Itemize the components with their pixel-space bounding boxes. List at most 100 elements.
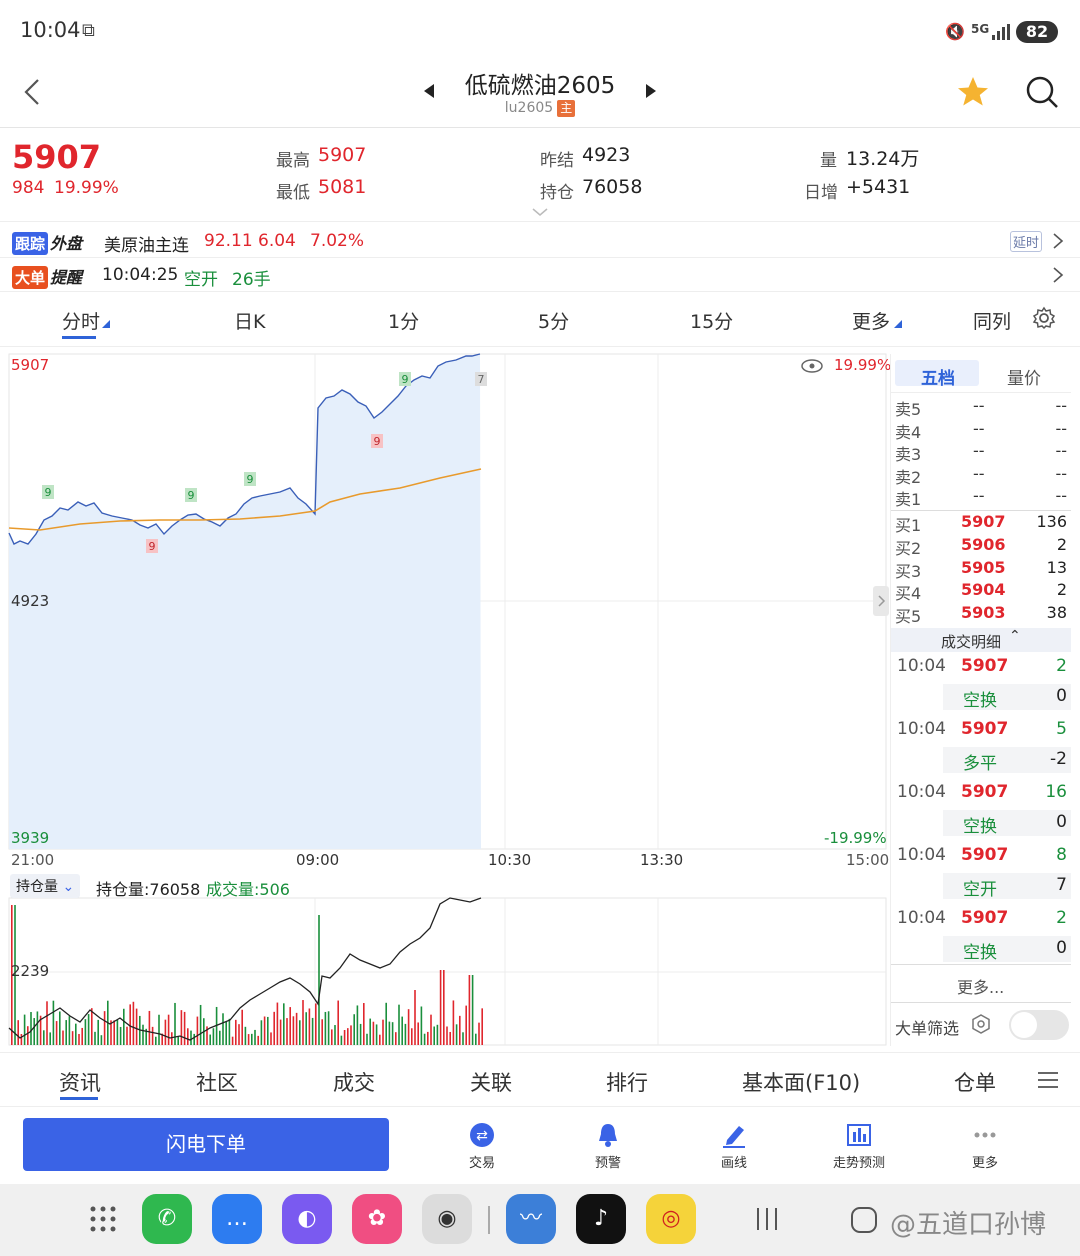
volume-bar bbox=[183, 1011, 186, 1045]
alert-tag: 大单 提醒 bbox=[12, 264, 82, 289]
tab-volume-price[interactable]: 量价 bbox=[1007, 364, 1041, 389]
tiktok-app-icon[interactable]: ♪ bbox=[576, 1194, 626, 1244]
tab-5min[interactable]: 5分 bbox=[538, 307, 569, 334]
phone-app-icon[interactable]: ✆ bbox=[142, 1194, 192, 1244]
level-qty: 38 bbox=[1046, 603, 1067, 623]
active-tab-indicator bbox=[62, 336, 96, 339]
open-interest-label: 持仓 bbox=[540, 183, 574, 203]
tab-same-list[interactable]: 同列 bbox=[973, 307, 1011, 334]
marker-label: 9 bbox=[402, 373, 409, 386]
volume-bar bbox=[404, 1023, 407, 1045]
eye-icon[interactable] bbox=[801, 359, 823, 373]
flash-order-button[interactable]: 闪电下单 bbox=[23, 1118, 389, 1171]
volume-bar bbox=[238, 1024, 240, 1045]
ask-row: 卖3 -- -- bbox=[891, 441, 1071, 464]
home-icon[interactable] bbox=[850, 1206, 878, 1234]
sub-indicator-selector[interactable]: 持仓量 ⌄ bbox=[10, 874, 81, 898]
volume-bar bbox=[439, 970, 442, 1045]
recent-apps-icon[interactable] bbox=[754, 1206, 780, 1232]
bid-row: 买4 5904 2 bbox=[891, 580, 1071, 603]
more-trades-link[interactable]: 更多... bbox=[957, 974, 1004, 998]
tab-news[interactable]: 资讯 bbox=[59, 1067, 101, 1097]
trade-oi-change: -2 bbox=[1050, 749, 1067, 769]
next-contract-icon[interactable] bbox=[644, 84, 656, 98]
trend-forecast-action[interactable]: 走势预测 bbox=[814, 1122, 904, 1171]
trade-oi-change: 0 bbox=[1056, 812, 1067, 832]
volume-bar bbox=[481, 1008, 483, 1045]
more-action[interactable]: 更多 bbox=[940, 1122, 1030, 1171]
timeshare-chart[interactable]: 9 9 9 9 9 9 7 5907 4923 3939 19.99% -19.… bbox=[0, 348, 891, 1048]
tab-ranking[interactable]: 排行 bbox=[606, 1067, 648, 1097]
volume-bar bbox=[228, 1018, 231, 1045]
volume-bar bbox=[359, 1023, 362, 1045]
level-qty: -- bbox=[1055, 396, 1067, 415]
big-order-alert-row[interactable]: 大单 提醒 10:04:25 空开 26手 bbox=[0, 258, 1080, 292]
expand-chevron-icon[interactable] bbox=[532, 208, 548, 216]
alert-action[interactable]: 预警 bbox=[563, 1122, 653, 1171]
trade-detail-header[interactable]: 成交明细 ⌃ bbox=[891, 628, 1071, 652]
collapse-book-handle[interactable] bbox=[873, 586, 889, 616]
menu-icon[interactable] bbox=[1038, 1071, 1058, 1089]
chevron-right-icon bbox=[1053, 267, 1064, 283]
volume-bar bbox=[119, 1026, 122, 1045]
alert-qty: 26手 bbox=[232, 270, 271, 290]
tab-warehouse[interactable]: 仓单 bbox=[954, 1067, 996, 1097]
chevron-up-icon: ⌃ bbox=[1009, 628, 1021, 644]
weibo-app-icon[interactable]: ◎ bbox=[646, 1194, 696, 1244]
tab-timeshare[interactable]: 分时 bbox=[62, 307, 100, 334]
tab-15min[interactable]: 15分 bbox=[690, 307, 733, 334]
draw-line-action[interactable]: 画线 bbox=[689, 1122, 779, 1171]
search-icon[interactable] bbox=[1024, 74, 1060, 110]
filter-hex-icon[interactable] bbox=[971, 1014, 991, 1034]
level-label: 买5 bbox=[895, 607, 922, 627]
settings-gear-icon[interactable] bbox=[1032, 306, 1056, 330]
track-foreign-row[interactable]: 跟踪 外盘 美原油主连 92.11 6.04 7.02% 延时 bbox=[0, 224, 1080, 258]
tab-more[interactable]: 更多 bbox=[852, 307, 890, 334]
level-qty: -- bbox=[1055, 463, 1067, 483]
tab-fundamentals[interactable]: 基本面(F10) bbox=[742, 1067, 860, 1097]
finance-app-icon[interactable]: 〰 bbox=[506, 1194, 556, 1244]
level-qty: -- bbox=[1055, 441, 1067, 460]
trade-qty: 2 bbox=[1056, 656, 1067, 676]
volume-bar bbox=[455, 1024, 458, 1045]
tab-community[interactable]: 社区 bbox=[196, 1067, 238, 1097]
trade-row: 10:04 5907 16 bbox=[891, 782, 1071, 805]
bottom-tabs: 资讯 社区 成交 关联 排行 基本面(F10) 仓单 bbox=[0, 1052, 1080, 1107]
marker-label: 9 bbox=[149, 540, 156, 553]
volume-bar bbox=[471, 975, 474, 1045]
daily-increase-label: 日增 bbox=[804, 183, 838, 203]
trade-row: 10:04 5907 5 bbox=[891, 719, 1071, 742]
tab-daily-k[interactable]: 日K bbox=[234, 307, 265, 334]
price-axis-top: 5907 bbox=[11, 356, 50, 374]
volume-bar bbox=[331, 1029, 333, 1045]
volume-bar bbox=[52, 1000, 55, 1045]
trade-type: 空换 bbox=[963, 691, 997, 711]
volume-bar bbox=[151, 1026, 154, 1045]
contract-code: lu2605 bbox=[504, 100, 554, 116]
volume-bar bbox=[375, 1024, 378, 1045]
favorite-star-icon[interactable] bbox=[955, 74, 991, 110]
tab-five-levels[interactable]: 五档 bbox=[921, 364, 955, 389]
volume-bar bbox=[164, 1019, 167, 1045]
volume-bar bbox=[289, 1007, 291, 1045]
tab-related[interactable]: 关联 bbox=[470, 1067, 512, 1097]
volume-bar bbox=[292, 1016, 295, 1045]
level-price: 5907 bbox=[961, 512, 1006, 531]
big-order-toggle[interactable] bbox=[1009, 1010, 1069, 1040]
marker-label: 7 bbox=[478, 373, 485, 386]
messages-app-icon[interactable]: … bbox=[212, 1194, 262, 1244]
browser-app-icon[interactable]: ◐ bbox=[282, 1194, 332, 1244]
camera-app-icon[interactable]: ◉ bbox=[422, 1194, 472, 1244]
tab-1min[interactable]: 1分 bbox=[388, 307, 419, 334]
trade-action[interactable]: ⇄ 交易 bbox=[437, 1122, 527, 1171]
app-grid-icon[interactable] bbox=[90, 1206, 116, 1232]
chevron-right-icon bbox=[878, 595, 886, 607]
tab-trades[interactable]: 成交 bbox=[333, 1067, 375, 1097]
level-price: -- bbox=[973, 396, 985, 415]
gallery-app-icon[interactable]: ✿ bbox=[352, 1194, 402, 1244]
volume-bar bbox=[171, 1032, 173, 1045]
volume-bar bbox=[334, 1025, 336, 1045]
volume-bar bbox=[17, 1020, 19, 1045]
prev-settle-label: 昨结 bbox=[540, 151, 574, 171]
volume-bar bbox=[84, 1019, 87, 1045]
